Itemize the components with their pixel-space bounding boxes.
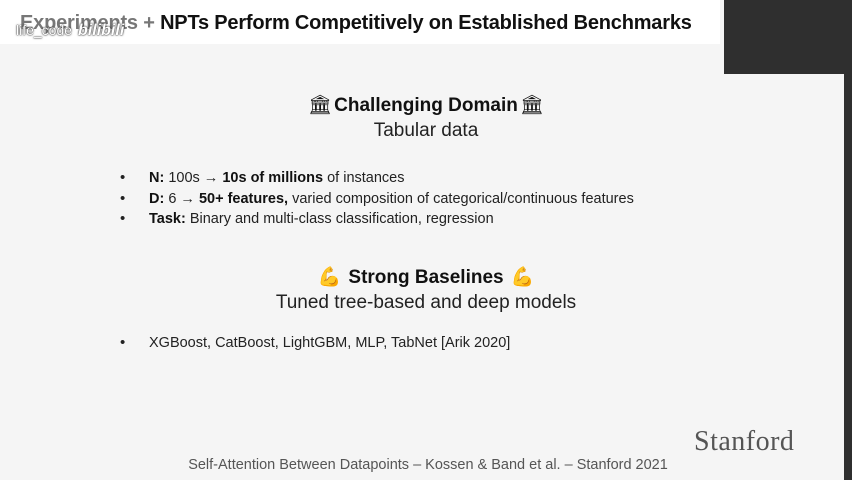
bullet-text: varied composition of categorical/contin…	[288, 190, 634, 207]
section1-heading: Challenging Domain	[334, 95, 518, 116]
bullet-text: Binary and multi-class classification, r…	[185, 211, 494, 227]
bullet-label: N:	[149, 170, 165, 186]
bullet-text: XGBoost, CatBoost, LightGBM, MLP, TabNet…	[149, 335, 511, 351]
title-main: NPTs Perform Competitively on Establishe…	[160, 12, 692, 34]
section1-subheading: Tabular data	[373, 120, 479, 141]
video-watermark: life_code bilibili	[16, 22, 124, 40]
bullet-text: 100s →	[164, 170, 223, 186]
list-item: Task: Binary and multi-class classificat…	[120, 209, 634, 230]
classical-building-icon: 🏛	[519, 95, 544, 116]
watermark-user: life_code	[16, 22, 73, 38]
title-separator: +	[137, 12, 161, 34]
slide: Experiments + NPTs Perform Competitively…	[0, 0, 852, 480]
list-item: D: 6 → 50+ features, varied composition …	[120, 189, 634, 210]
video-overlay-block	[724, 0, 852, 74]
slide-header: Experiments + NPTs Perform Competitively…	[0, 0, 720, 44]
bullet-label: Task:	[149, 211, 186, 227]
section2-bullet-list: XGBoost, CatBoost, LightGBM, MLP, TabNet…	[120, 333, 510, 354]
stanford-logo: Stanford	[694, 426, 795, 457]
classical-building-icon: 🏛	[308, 95, 333, 116]
footer-text: Self-Attention Between Datapoints – Koss…	[188, 457, 668, 473]
list-item: N: 100s → 10s of millions of instances	[120, 168, 634, 189]
bullet-text: 6 →	[164, 190, 199, 207]
bullet-emphasis: 10s of millions	[222, 170, 324, 186]
flexed-biceps-icon: 💪	[317, 267, 342, 288]
list-item: XGBoost, CatBoost, LightGBM, MLP, TabNet…	[120, 333, 510, 354]
section1-bullet-list: N: 100s → 10s of millions of instances D…	[120, 168, 634, 230]
section2-heading-row: 💪 Strong Baselines 💪	[0, 265, 852, 289]
slide-footer: Self-Attention Between Datapoints – Koss…	[0, 457, 852, 473]
bullet-label: D:	[149, 190, 165, 207]
bilibili-logo-icon: bilibili	[78, 22, 125, 39]
section2-heading: Strong Baselines	[348, 267, 504, 288]
section2-subheading: Tuned tree-based and deep models	[275, 292, 577, 313]
flexed-biceps-icon: 💪	[510, 267, 535, 288]
bullet-emphasis: 50+ features,	[198, 190, 289, 207]
bullet-text: of instances	[323, 170, 405, 186]
section1-heading-row: 🏛 Challenging Domain 🏛	[0, 93, 852, 117]
